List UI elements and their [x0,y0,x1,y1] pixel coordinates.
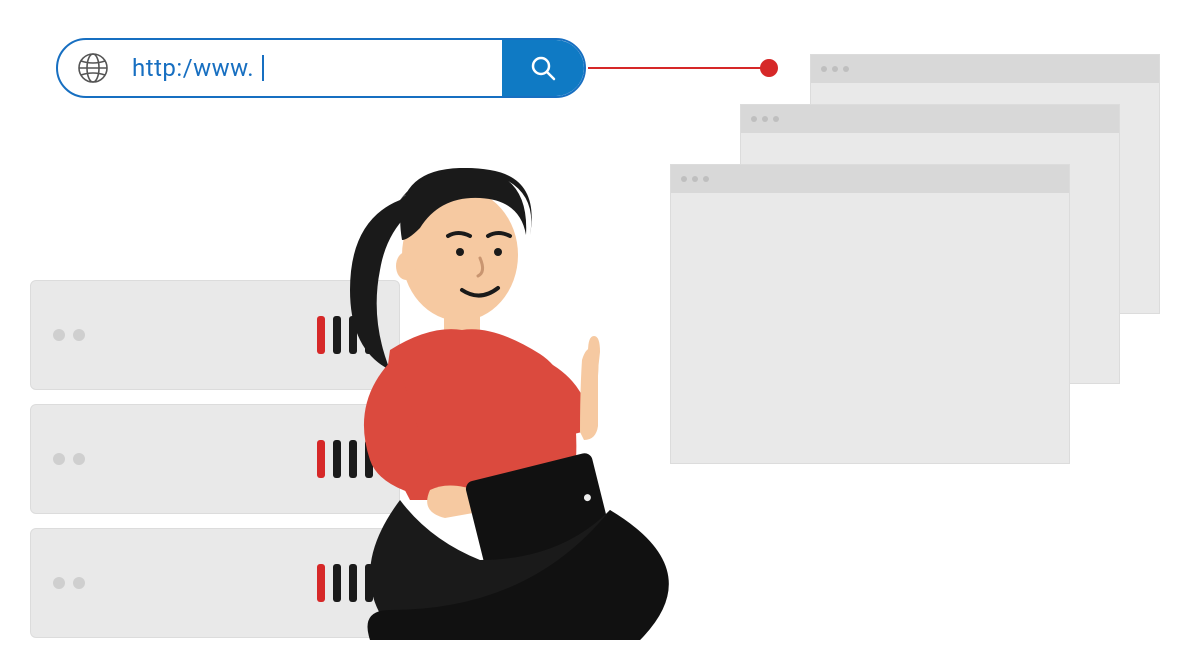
url-input[interactable]: http:/www. [128,54,502,82]
url-bar[interactable]: http:/www. [56,38,586,98]
server-leds [53,453,85,465]
text-cursor [262,55,264,81]
window-titlebar [741,105,1119,133]
globe-icon [58,51,128,85]
browser-window [670,164,1070,464]
search-icon [528,53,558,83]
window-titlebar [811,55,1159,83]
person-illustration [280,140,720,640]
search-button[interactable] [502,40,584,96]
url-value: http:/www. [132,54,254,82]
browser-windows [670,54,1170,474]
server-leds [53,329,85,341]
server-leds [53,577,85,589]
window-titlebar [671,165,1069,193]
